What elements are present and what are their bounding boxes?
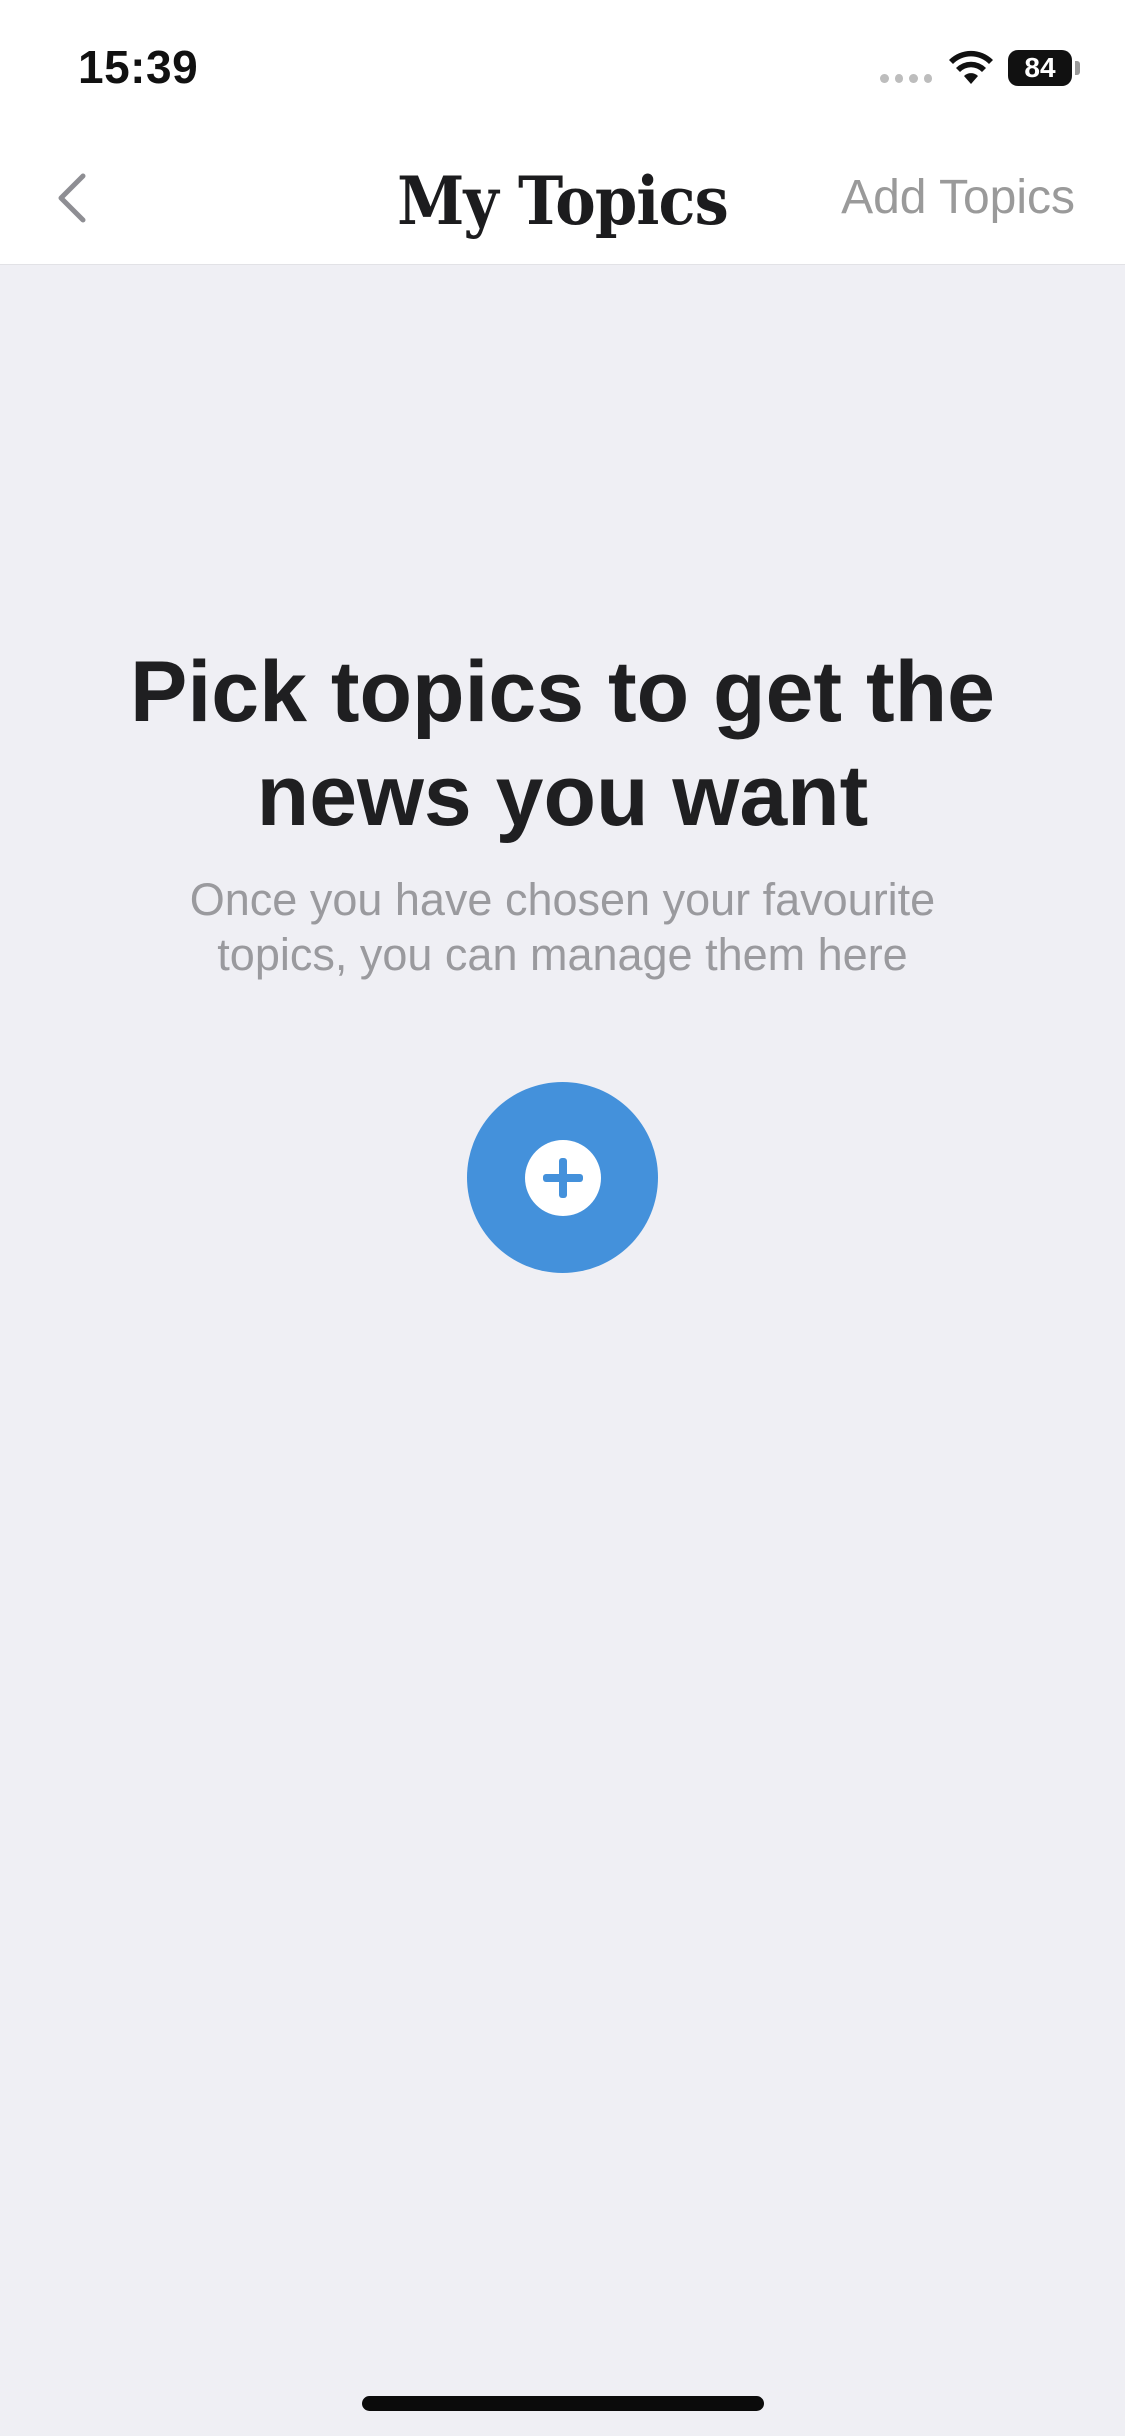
- empty-state: Pick topics to get the news you want Onc…: [0, 640, 1125, 982]
- battery-icon: 84: [1008, 50, 1072, 86]
- navigation-bar: My Topics Add Topics: [0, 132, 1125, 265]
- status-bar: 15:39 84: [0, 0, 1125, 132]
- add-topics-button[interactable]: Add Topics: [841, 170, 1075, 225]
- add-topic-button[interactable]: [467, 1082, 658, 1273]
- wifi-icon: [949, 50, 993, 84]
- signal-icon: [880, 74, 932, 84]
- empty-state-title: Pick topics to get the news you want: [130, 644, 995, 844]
- status-time: 15:39: [78, 41, 199, 93]
- plus-circle-icon: [524, 1139, 601, 1216]
- battery-tip: [1075, 61, 1080, 75]
- battery-level: 84: [1024, 52, 1056, 83]
- empty-state-subtitle: Once you have chosen your favourite topi…: [189, 874, 936, 980]
- home-indicator: [362, 2396, 764, 2411]
